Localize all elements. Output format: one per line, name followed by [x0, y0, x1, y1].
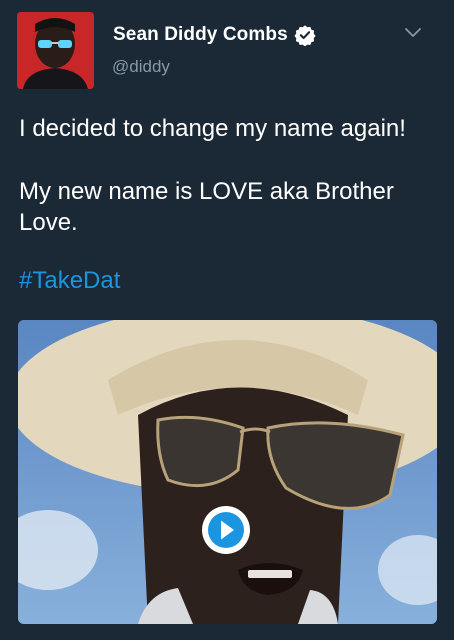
avatar[interactable]: [17, 12, 94, 89]
play-icon[interactable]: [201, 505, 251, 555]
chevron-down-icon[interactable]: [404, 27, 422, 39]
verified-badge-icon: [294, 25, 316, 46]
hashtag-link[interactable]: #TakeDat: [19, 267, 120, 295]
display-name[interactable]: Sean Diddy Combs: [113, 24, 288, 46]
bottom-divider: [0, 624, 454, 640]
video-frame-image: [18, 320, 437, 624]
video-thumbnail[interactable]: [18, 320, 437, 624]
tweet-text-line-1: I decided to change my name again!: [19, 115, 406, 142]
tweet-card[interactable]: Sean Diddy Combs @diddy I decided to cha…: [0, 0, 454, 640]
handle[interactable]: @diddy: [112, 57, 170, 77]
tweet-text-line-2: My new name is LOVE aka Brother Love.: [19, 178, 394, 236]
author-name-row[interactable]: Sean Diddy Combs: [113, 24, 316, 46]
avatar-image: [17, 12, 94, 89]
